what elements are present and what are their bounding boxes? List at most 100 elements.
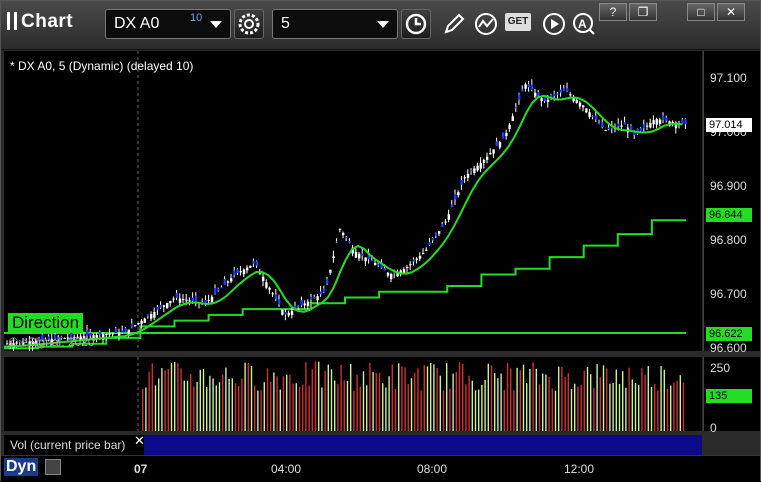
study-label[interactable]: Vol (current price bar) [4, 435, 144, 455]
candle [412, 259, 415, 262]
restore-button[interactable]: ❐ [629, 3, 657, 21]
volume-bar [359, 386, 361, 431]
volume-bar [455, 371, 457, 431]
candle [604, 130, 607, 132]
volume-chart[interactable] [4, 357, 702, 431]
symbol-input[interactable]: DX A0 10 [105, 9, 231, 39]
candle [95, 334, 98, 339]
volume-bar [638, 385, 640, 431]
candle [146, 314, 150, 317]
volume-bar [228, 378, 230, 431]
interval-input[interactable]: 5 [272, 9, 398, 39]
chart-bars-icon [7, 12, 17, 30]
candle [255, 261, 258, 266]
study-icon[interactable] [473, 11, 499, 37]
price-chart-svg [3, 51, 687, 353]
volume-bar [430, 362, 432, 431]
volume-bar [420, 390, 422, 431]
time-axis[interactable]: Dyn 07 04:00 08:00 12:00 [1, 455, 760, 482]
candle [377, 263, 380, 266]
candle [617, 123, 620, 127]
candle [230, 278, 233, 282]
volume-bar [446, 363, 448, 431]
candle [345, 237, 348, 239]
dynamic-badge[interactable]: Dyn [4, 458, 39, 476]
candle [431, 237, 434, 241]
volume-bar [164, 370, 166, 431]
volume-bar [458, 362, 461, 431]
volume-bar [337, 384, 339, 431]
candle [623, 122, 626, 125]
maximize-button[interactable]: □ [687, 3, 715, 21]
chevron-down-icon[interactable] [377, 21, 389, 28]
candle [434, 232, 438, 236]
volume-bar [641, 368, 643, 431]
volume-bar [599, 377, 601, 431]
volume-bar [401, 366, 403, 431]
price-axis[interactable]: 97.100 97.000 96.900 96.800 96.700 96.60… [703, 51, 760, 355]
volume-bar [663, 369, 665, 431]
get-icon[interactable]: GET [505, 13, 531, 31]
lock-icon[interactable] [45, 459, 61, 475]
candle [319, 291, 322, 295]
candle [492, 149, 495, 154]
time-button[interactable] [401, 9, 431, 39]
moving-average-line [3, 94, 683, 348]
volume-bar [170, 363, 173, 431]
candle [620, 125, 623, 127]
volume-bar [407, 384, 409, 431]
direction-label: Direction [8, 313, 84, 333]
candle [306, 301, 310, 307]
candle [684, 118, 687, 125]
candle [537, 92, 540, 96]
volume-bar [375, 372, 377, 431]
candle [578, 102, 582, 107]
volume-bar [343, 380, 345, 431]
volume-bar [583, 370, 585, 431]
close-button[interactable]: ✕ [717, 3, 745, 21]
pencil-icon[interactable] [441, 11, 467, 37]
candle [111, 333, 114, 335]
candle [332, 256, 335, 258]
volume-bar [497, 378, 499, 431]
volume-bar [478, 389, 480, 431]
search-a-icon[interactable]: A [571, 11, 597, 37]
candle [463, 177, 466, 179]
link-window-button[interactable]: ? [599, 3, 627, 21]
symbol-value: DX A0 [114, 15, 160, 32]
price-chart[interactable]: * DX A0, 5 (Dynamic) (delayed 10) Direct… [3, 51, 702, 353]
candle [418, 255, 422, 259]
settings-button[interactable] [234, 9, 264, 39]
volume-bar [142, 388, 144, 431]
candle [185, 299, 188, 301]
candle [326, 278, 329, 284]
candle [390, 274, 393, 280]
volume-bar [417, 368, 419, 431]
candle [310, 297, 313, 300]
volume-bar [199, 369, 201, 431]
pane-separator[interactable] [1, 352, 760, 356]
volume-bar [474, 390, 477, 431]
candle [284, 312, 287, 315]
candle [476, 165, 479, 171]
volume-bar [631, 379, 633, 431]
candle [252, 261, 255, 264]
candle [348, 240, 351, 243]
candle [194, 295, 198, 302]
candle [639, 127, 642, 132]
volume-bar [190, 373, 192, 431]
volume-bar [580, 384, 582, 431]
candle [482, 160, 486, 164]
candle [559, 89, 562, 93]
play-icon[interactable] [541, 11, 567, 37]
candle [338, 229, 342, 231]
candle [121, 330, 124, 333]
candle [364, 257, 367, 262]
volume-bar [154, 385, 157, 431]
chevron-down-icon[interactable] [210, 21, 222, 28]
volume-bar [519, 370, 521, 431]
volume-bar [282, 376, 285, 431]
volume-bars-group [142, 361, 685, 431]
volume-bar [487, 363, 489, 431]
gear-icon [238, 13, 260, 35]
